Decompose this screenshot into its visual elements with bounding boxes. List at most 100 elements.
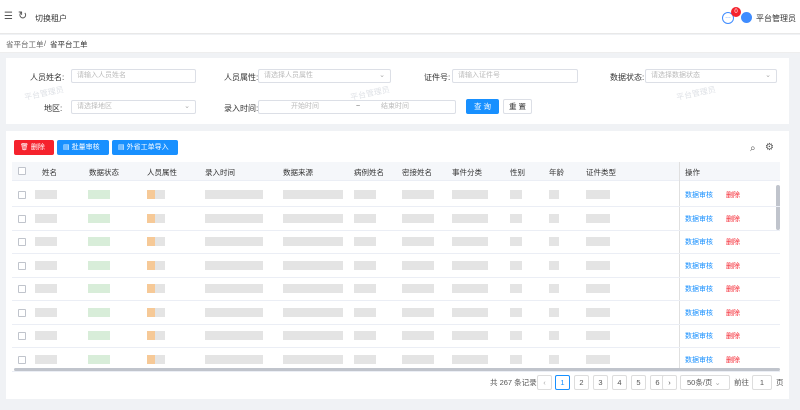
status-select[interactable]: 请选择数据状态 ⌄ bbox=[645, 69, 777, 83]
import-button[interactable]: ▤ 外省工单导入 bbox=[112, 140, 178, 155]
col-status[interactable]: 数据状态 bbox=[89, 167, 119, 178]
page-button-1[interactable]: 1 bbox=[555, 375, 570, 390]
avatar[interactable] bbox=[741, 12, 752, 23]
id-input[interactable]: 请输入证件号 bbox=[452, 69, 578, 83]
row-checkbox[interactable] bbox=[18, 238, 26, 246]
attr-select[interactable]: 请选择人员属性 ⌄ bbox=[258, 69, 391, 83]
delete-link[interactable]: 删除 bbox=[726, 190, 740, 200]
name-input[interactable]: 请输入人员姓名 bbox=[71, 69, 196, 83]
audit-link[interactable]: 数据审核 bbox=[685, 331, 713, 341]
id-label: 证件号: bbox=[424, 73, 451, 82]
masked-cell bbox=[35, 190, 57, 199]
masked-cell bbox=[35, 213, 57, 223]
delete-link[interactable]: 删除 bbox=[726, 308, 740, 318]
col-age[interactable]: 年龄 bbox=[549, 167, 564, 178]
row-checkbox[interactable] bbox=[18, 308, 26, 317]
page-button-3[interactable]: 3 bbox=[593, 375, 608, 390]
username[interactable]: 平台管理员 bbox=[756, 13, 796, 24]
col-contact-name: 密接姓名 bbox=[402, 168, 432, 177]
batch-label: 批量审核 bbox=[71, 144, 100, 151]
masked-cell bbox=[88, 284, 110, 293]
masked-cell bbox=[88, 260, 110, 270]
row-checkbox[interactable] bbox=[18, 285, 26, 293]
search-panel bbox=[6, 58, 789, 124]
audit-link[interactable]: 数据审核 bbox=[685, 355, 713, 365]
next-page-button[interactable]: › bbox=[662, 375, 677, 390]
gear-icon[interactable]: ⚙ bbox=[765, 142, 774, 153]
page-unit: 页 bbox=[776, 378, 784, 387]
masked-cell bbox=[402, 213, 434, 223]
col-gender[interactable]: 性别 bbox=[510, 167, 525, 178]
masked-cell bbox=[452, 190, 488, 199]
search-icon[interactable]: ⌕ bbox=[750, 143, 756, 154]
col-name[interactable]: 姓名 bbox=[42, 167, 57, 178]
attr-label: 人员属性: bbox=[224, 73, 259, 82]
masked-cell bbox=[35, 260, 57, 270]
status-placeholder: 请选择数据状态 bbox=[651, 72, 700, 79]
masked-cell bbox=[35, 307, 57, 317]
delete-link[interactable]: 删除 bbox=[726, 355, 740, 365]
batch-audit-button[interactable]: ▤ 批量审核 bbox=[57, 140, 109, 155]
masked-cell bbox=[586, 190, 610, 199]
delete-button[interactable]: 🗑 删除 bbox=[14, 140, 54, 155]
masked-cell bbox=[549, 331, 559, 340]
masked-cell bbox=[88, 190, 110, 199]
row-checkbox[interactable] bbox=[18, 332, 26, 340]
masked-cell bbox=[155, 354, 165, 364]
masked-cell bbox=[402, 190, 434, 199]
masked-cell bbox=[205, 190, 263, 199]
col-attr[interactable]: 人员属性 bbox=[147, 167, 177, 178]
row-checkbox[interactable] bbox=[18, 355, 26, 364]
region-placeholder: 请选择地区 bbox=[77, 103, 112, 110]
row-checkbox[interactable] bbox=[18, 261, 26, 270]
audit-link[interactable]: 数据审核 bbox=[685, 308, 713, 318]
delete-link[interactable]: 删除 bbox=[726, 261, 740, 271]
delete-link[interactable]: 删除 bbox=[726, 237, 740, 247]
row-checkbox[interactable] bbox=[18, 214, 26, 223]
masked-cell bbox=[510, 284, 522, 293]
col-id-type[interactable]: 证件类型 bbox=[586, 167, 616, 178]
masked-cell bbox=[155, 237, 165, 246]
breadcrumb-current: 省平台工单 bbox=[50, 40, 88, 49]
audit-link[interactable]: 数据审核 bbox=[685, 261, 713, 271]
table-header bbox=[12, 162, 780, 181]
region-select[interactable]: 请选择地区 ⌄ bbox=[71, 100, 196, 114]
reset-button[interactable]: 重 置 bbox=[503, 99, 532, 114]
switch-tenant-link[interactable]: 切换租户 bbox=[35, 13, 67, 24]
page-size-select[interactable]: 50条/页 ⌄ bbox=[680, 375, 730, 390]
audit-link[interactable]: 数据审核 bbox=[685, 214, 713, 224]
select-all-checkbox[interactable] bbox=[18, 167, 26, 175]
masked-cell bbox=[354, 260, 376, 270]
time-start: 开始时间 bbox=[291, 103, 319, 110]
masked-cell bbox=[586, 354, 610, 364]
breadcrumb-parent[interactable]: 省平台工单 bbox=[6, 39, 44, 50]
masked-cell bbox=[147, 307, 155, 317]
audit-link[interactable]: 数据审核 bbox=[685, 284, 713, 294]
masked-cell bbox=[586, 260, 610, 270]
masked-cell bbox=[35, 331, 57, 340]
page-button-5[interactable]: 5 bbox=[631, 375, 646, 390]
table-row bbox=[12, 207, 780, 231]
masked-cell bbox=[402, 307, 434, 317]
table-row bbox=[12, 183, 780, 207]
audit-link[interactable]: 数据审核 bbox=[685, 190, 713, 200]
row-checkbox[interactable] bbox=[18, 191, 26, 199]
delete-link[interactable]: 删除 bbox=[726, 214, 740, 224]
page-button-4[interactable]: 4 bbox=[612, 375, 627, 390]
refresh-icon[interactable]: ↻ bbox=[18, 9, 27, 22]
prev-page-button[interactable]: ‹ bbox=[537, 375, 552, 390]
page-button-2[interactable]: 2 bbox=[574, 375, 589, 390]
col-time[interactable]: 录入时间 bbox=[205, 167, 235, 178]
audit-link[interactable]: 数据审核 bbox=[685, 237, 713, 247]
masked-cell bbox=[205, 237, 263, 246]
masked-cell bbox=[88, 213, 110, 223]
delete-link[interactable]: 删除 bbox=[726, 331, 740, 341]
query-button[interactable]: 查 询 bbox=[466, 99, 499, 114]
masked-cell bbox=[354, 331, 376, 340]
top-bar: ☰ ↻ 切换租户 … 0 平台管理员 bbox=[0, 0, 800, 34]
time-range-picker[interactable]: 开始时间 ~ 结束时间 bbox=[258, 100, 456, 114]
menu-toggle-icon[interactable]: ☰ bbox=[4, 11, 13, 22]
goto-input[interactable]: 1 bbox=[752, 375, 772, 390]
document-icon: ▤ bbox=[63, 144, 70, 151]
delete-link[interactable]: 删除 bbox=[726, 284, 740, 294]
